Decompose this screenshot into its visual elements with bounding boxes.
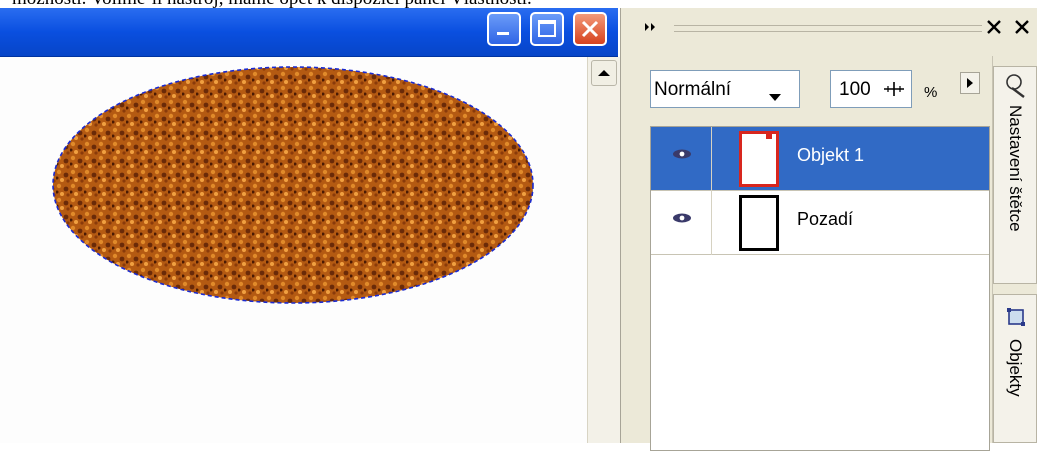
tab-brush-settings-label: Nastavení štětce <box>1006 105 1025 232</box>
eye-icon[interactable] <box>671 211 693 225</box>
canvas-area[interactable] <box>0 57 587 443</box>
textured-ellipse[interactable] <box>0 57 587 443</box>
layers-list: Objekt 1 Pozadí <box>650 126 990 451</box>
panel-grip[interactable] <box>674 25 982 32</box>
expand-icon[interactable] <box>644 20 660 34</box>
eye-icon[interactable] <box>671 147 693 161</box>
layer-row[interactable]: Pozadí <box>651 191 989 255</box>
opacity-value: 100 <box>839 79 871 100</box>
panel-menu-icon <box>967 78 973 88</box>
tab-brush-settings[interactable]: Nastavení štětce <box>993 66 1037 284</box>
column-separator <box>711 127 712 191</box>
close-panel-icon[interactable] <box>986 18 1002 36</box>
panel-header[interactable] <box>630 8 1037 48</box>
maximize-button[interactable] <box>530 12 564 46</box>
tab-objects-label: Objekty <box>1006 339 1025 397</box>
objects-icon <box>1007 308 1025 326</box>
brush-icon <box>1006 74 1025 98</box>
opacity-unit: % <box>924 84 938 101</box>
minimize-icon <box>497 32 509 35</box>
close-icon <box>581 20 599 38</box>
tab-objects[interactable]: Objekty <box>993 294 1037 443</box>
layers-panel: Normální 100 % Objekt 1 Pozadí Nastavení… <box>630 8 1037 451</box>
blend-mode-value: Normální <box>654 79 732 100</box>
layer-thumbnail <box>739 195 779 251</box>
minimize-button[interactable] <box>487 12 521 46</box>
window-titlebar[interactable] <box>0 8 618 57</box>
layer-name: Pozadí <box>797 209 854 229</box>
vertical-scrollbar[interactable] <box>587 57 620 443</box>
close-button[interactable] <box>573 12 607 46</box>
opacity-field[interactable]: 100 <box>830 70 912 108</box>
dropdown-arrow-icon[interactable] <box>768 93 782 103</box>
maximize-icon <box>538 20 556 37</box>
close-panel-icon[interactable] <box>1014 18 1030 36</box>
side-tabs: Nastavení štětce Objekty <box>992 56 1037 443</box>
layer-row[interactable]: Objekt 1 <box>651 127 989 191</box>
scroll-up-button[interactable] <box>591 60 617 86</box>
column-separator <box>711 191 712 255</box>
slider-icon[interactable] <box>883 80 905 98</box>
panel-menu-button[interactable] <box>960 72 980 94</box>
scroll-up-arrow-icon <box>598 70 610 76</box>
layer-thumbnail <box>739 131 779 187</box>
layer-name: Objekt 1 <box>797 145 865 165</box>
